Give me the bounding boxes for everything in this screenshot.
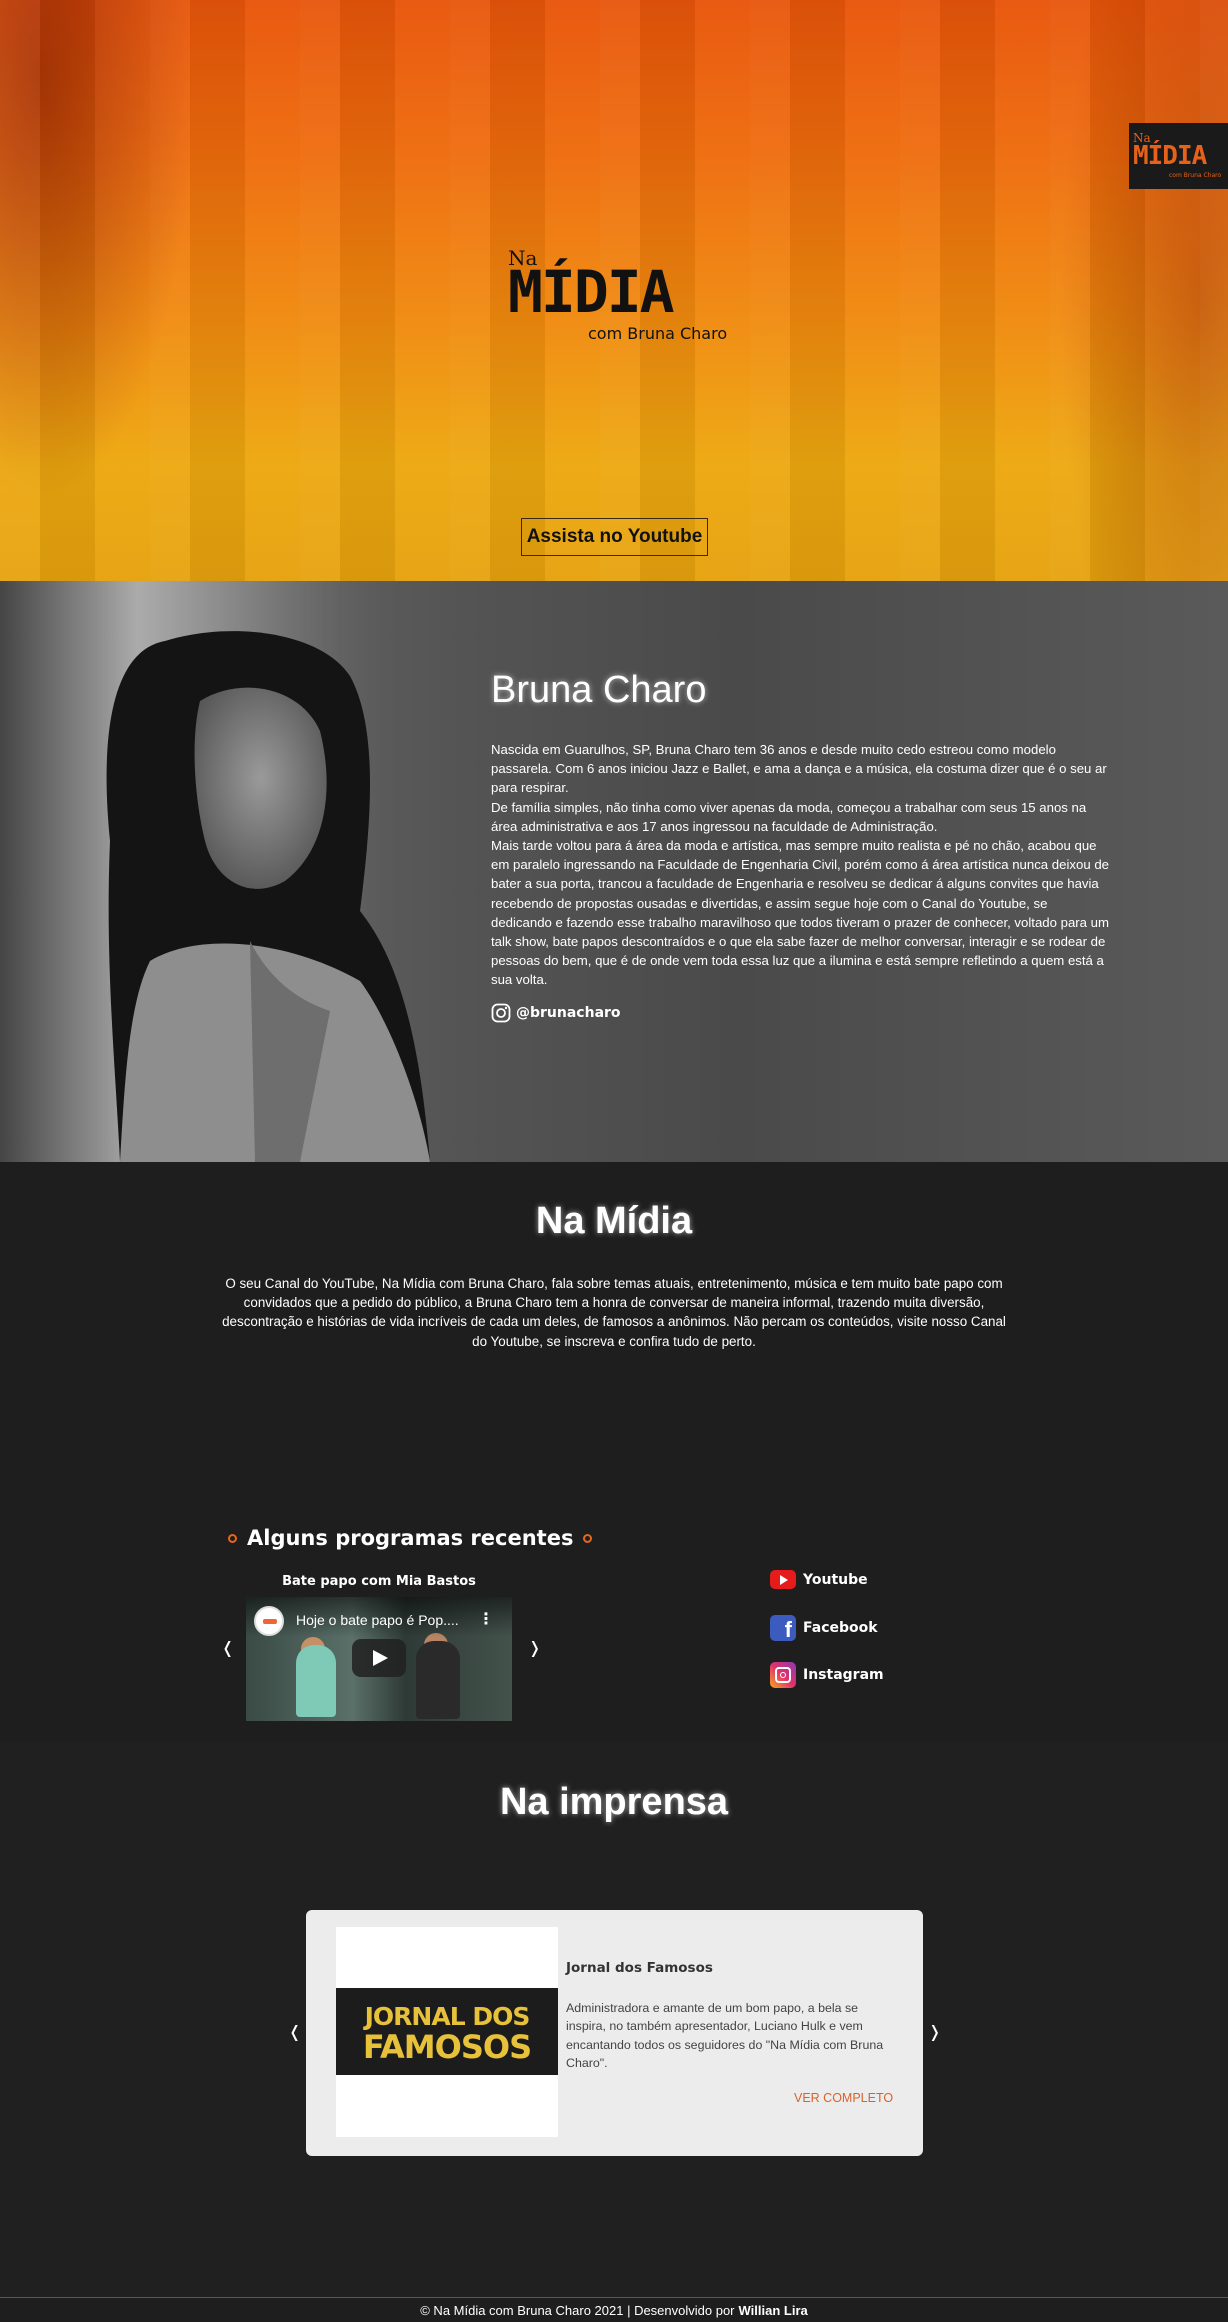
facebook-link[interactable]: f Facebook — [770, 1615, 878, 1641]
instagram-icon — [770, 1662, 796, 1688]
about-title: Bruna Charo — [491, 669, 707, 711]
footer: © Na Mídia com Bruna Charo 2021 | Desenv… — [0, 2297, 1228, 2322]
about-section: Bruna Charo Nascida em Guarulhos, SP, Br… — [0, 581, 1228, 1162]
facebook-icon: f — [770, 1615, 796, 1641]
about-bio: Nascida em Guarulhos, SP, Bruna Charo te… — [491, 740, 1111, 990]
instagram-label: Instagram — [803, 1667, 884, 1683]
corner-logo[interactable]: Na MÍDIA com Bruna Charo — [1129, 123, 1228, 189]
press-prev-arrow-icon[interactable]: ❬ — [288, 2022, 301, 2041]
bio-paragraph: Mais tarde voltou para á área da moda e … — [491, 838, 1109, 988]
corner-logo-midia: MÍDIA — [1133, 141, 1207, 171]
bio-paragraph: De família simples, não tinha como viver… — [491, 799, 1087, 834]
press-title: Na imprensa — [499, 1781, 729, 1823]
video-title[interactable]: Hoje o bate papo é Pop.... — [296, 1612, 459, 1628]
logo-line-1: JORNAL DOS — [364, 2001, 531, 2031]
corner-logo-subtitle: com Bruna Charo — [1169, 172, 1222, 179]
press-next-arrow-icon[interactable]: ❭ — [928, 2022, 941, 2041]
logo-line-2: FAMOSOS — [362, 2027, 532, 2066]
footer-author-link[interactable]: Willian Lira — [739, 2303, 808, 2318]
youtube-label: Youtube — [803, 1571, 868, 1588]
ring-decoration-icon — [228, 1533, 237, 1543]
watch-on-youtube-button[interactable]: Assista no Youtube — [521, 518, 708, 556]
na-midia-title: Na Mídia — [535, 1200, 693, 1242]
logo-midia: MÍDIA — [508, 258, 675, 326]
footer-text: © Na Mídia com Bruna Charo 2021 | Desenv… — [420, 2302, 735, 2318]
play-button[interactable] — [352, 1639, 406, 1677]
na-midia-description: O seu Canal do YouTube, Na Mídia com Bru… — [222, 1276, 1006, 1349]
video-player[interactable]: Hoje o bate papo é Pop.... ⋮ — [246, 1597, 512, 1721]
instagram-handle-label: @brunacharo — [516, 1005, 621, 1021]
press-card-title: Jornal dos Famosos — [566, 1960, 713, 1976]
recent-programs-title: Alguns programas recentes — [247, 1526, 574, 1550]
facebook-label: Facebook — [803, 1620, 878, 1636]
logo-subtitle: com Bruna Charo — [588, 324, 728, 343]
read-more-link[interactable]: VER COMPLETO — [794, 2091, 893, 2105]
press-card-text: Administradora e amante de um bom papo, … — [566, 2001, 884, 2071]
video-thumbnail-figure — [296, 1645, 336, 1717]
video-prev-arrow-icon[interactable]: ❬ — [221, 1638, 234, 1657]
press-card: JORNAL DOS FAMOSOS Jornal dos Famosos Ad… — [306, 1910, 923, 2156]
recent-programs-heading: Alguns programas recentes — [228, 1526, 593, 1550]
bio-paragraph: Nascida em Guarulhos, SP, Bruna Charo te… — [491, 742, 1107, 796]
ring-decoration-icon — [583, 1533, 593, 1543]
youtube-icon — [770, 1570, 796, 1589]
youtube-link[interactable]: Youtube — [770, 1570, 868, 1589]
jornal-dos-famosos-logo: JORNAL DOS FAMOSOS — [336, 1988, 558, 2075]
video-caption: Bate papo com Mia Bastos — [282, 1574, 476, 1589]
channel-avatar[interactable] — [254, 1606, 284, 1636]
instagram-icon — [491, 1003, 511, 1023]
more-options-icon[interactable]: ⋮ — [478, 1609, 494, 1628]
instagram-handle-link[interactable]: @brunacharo — [491, 1003, 621, 1023]
instagram-link[interactable]: Instagram — [770, 1662, 884, 1688]
press-card-image: JORNAL DOS FAMOSOS — [336, 1927, 558, 2137]
video-next-arrow-icon[interactable]: ❭ — [528, 1638, 541, 1657]
hero-section: Na MÍDIA com Bruna Charo Na MÍDIA com Br… — [0, 0, 1228, 581]
hero-logo: Na MÍDIA com Bruna Charo — [508, 246, 738, 346]
video-thumbnail-figure — [416, 1641, 460, 1719]
portrait-image — [0, 581, 460, 1162]
